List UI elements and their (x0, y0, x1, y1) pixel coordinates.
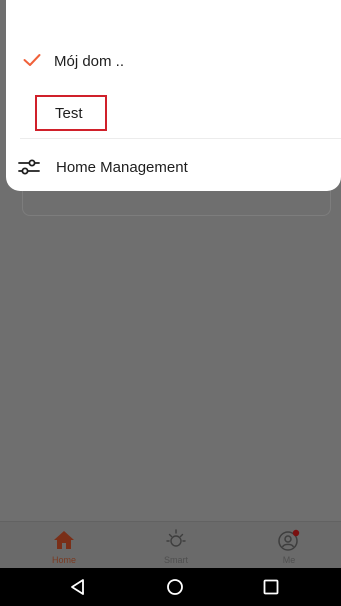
notification-badge (292, 529, 300, 537)
sliders-icon (18, 159, 40, 175)
tab-smart[interactable]: Smart (146, 522, 206, 569)
tab-home[interactable]: Home (34, 522, 94, 569)
checkmark-icon (23, 54, 41, 66)
home-icon (54, 531, 74, 549)
tab-me-label: Me (282, 555, 296, 565)
recent-apps-icon[interactable] (261, 577, 281, 597)
android-nav-bar (0, 568, 341, 606)
profile-icon (278, 529, 300, 551)
tab-me[interactable]: Me (259, 522, 319, 569)
tab-smart-label: Smart (163, 555, 188, 565)
menu-item-test[interactable]: Test (6, 95, 341, 131)
home-switcher-dropdown: Mój dom .. Test Home Management (6, 0, 341, 191)
sun-icon (166, 529, 186, 547)
tab-home-label: Home (51, 555, 76, 565)
bottom-tab-bar: Home Smart Me (0, 521, 341, 569)
back-icon[interactable] (68, 577, 88, 597)
menu-item-label: Test (55, 105, 83, 122)
menu-item-label: Mój dom .. (54, 53, 125, 70)
menu-item-moj-dom[interactable]: Mój dom .. (6, 46, 341, 76)
home-management-button[interactable]: Home Management (6, 152, 341, 182)
home-management-label: Home Management (56, 159, 188, 176)
divider (20, 138, 341, 139)
home-nav-icon[interactable] (165, 577, 185, 597)
